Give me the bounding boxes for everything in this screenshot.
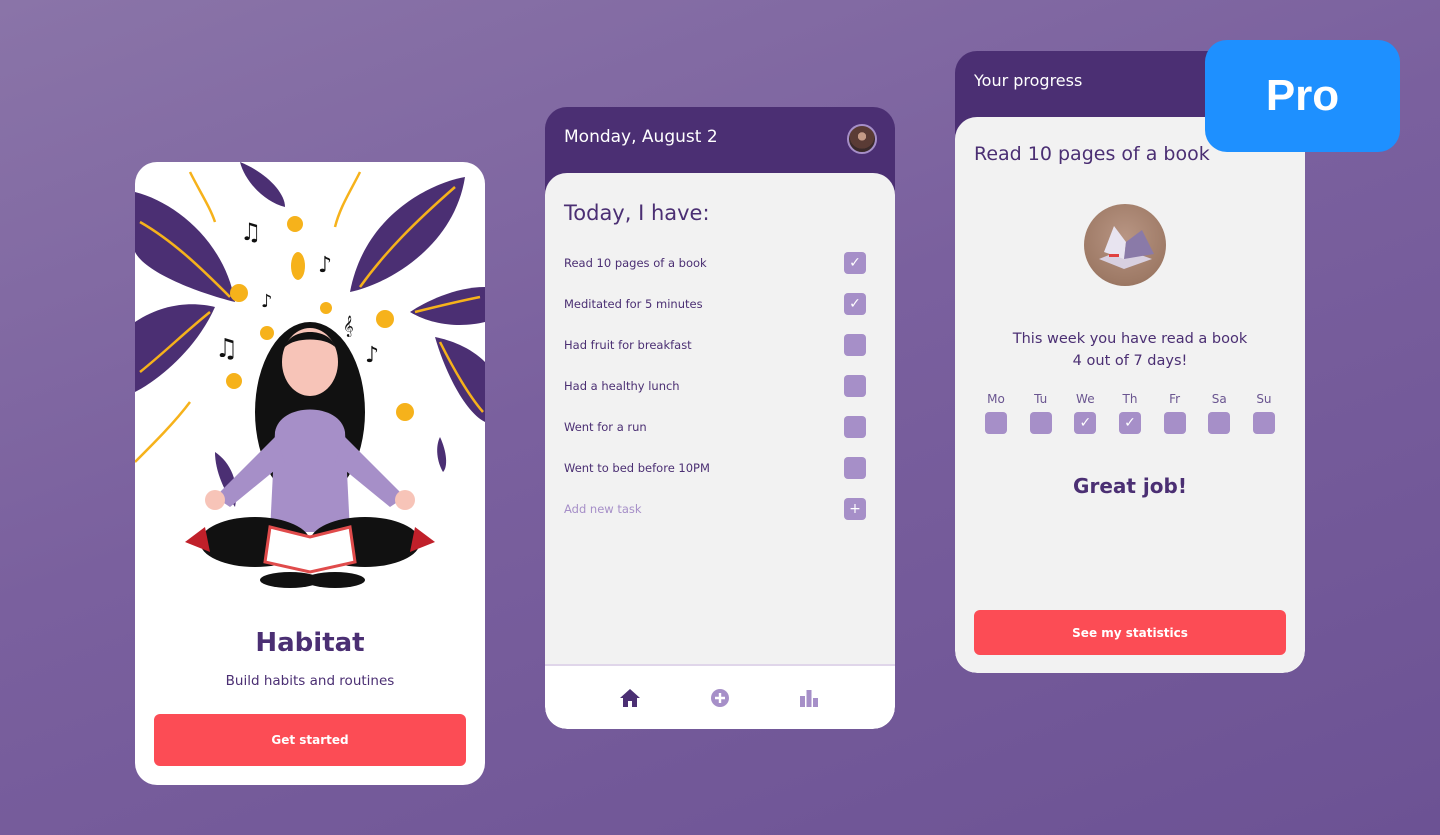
svg-text:𝄞: 𝄞 xyxy=(343,316,354,337)
day-we: We ✓ xyxy=(1073,392,1097,434)
task-row: Meditated for 5 minutes ✓ xyxy=(564,293,866,315)
meditating-woman-illustration: ♫ ♪ ♪ ♫ ♪ 𝄞 xyxy=(135,162,485,588)
nav-home[interactable] xyxy=(618,686,642,710)
progress-panel: Read 10 pages of a book This week you ha… xyxy=(955,117,1305,673)
checkmark-icon: ✓ xyxy=(849,296,861,312)
day-tu: Tu xyxy=(1029,392,1053,434)
task-label: Read 10 pages of a book xyxy=(564,256,707,270)
task-checkbox-checked[interactable]: ✓ xyxy=(844,252,866,274)
summary-line-2: 4 out of 7 days! xyxy=(1072,353,1188,369)
task-label: Meditated for 5 minutes xyxy=(564,297,703,311)
day-label: We xyxy=(1076,392,1095,406)
svg-text:♪: ♪ xyxy=(365,343,379,368)
app-subtitle: Build habits and routines xyxy=(225,673,395,689)
task-label: Had fruit for breakfast xyxy=(564,338,692,352)
today-screen: Monday, August 2 Today, I have: Read 10 … xyxy=(545,107,895,729)
day-fr: Fr xyxy=(1163,392,1187,434)
see-statistics-button[interactable]: See my statistics xyxy=(974,610,1286,655)
summary-line-1: This week you have read a book xyxy=(1012,331,1248,347)
task-row: Had a healthy lunch xyxy=(564,375,866,397)
add-task-input[interactable]: Add new task xyxy=(564,502,642,516)
progress-header: Your progress xyxy=(974,71,1083,90)
habit-title: Read 10 pages of a book xyxy=(974,143,1210,165)
day-mo: Mo xyxy=(984,392,1008,434)
day-label: Tu xyxy=(1034,392,1048,406)
checkmark-icon: ✓ xyxy=(1124,415,1136,431)
task-label: Had a healthy lunch xyxy=(564,379,680,393)
app-title: Habitat xyxy=(255,628,365,658)
day-checkbox[interactable] xyxy=(1208,412,1231,434)
task-row: Went for a run xyxy=(564,416,866,438)
task-list-panel: Today, I have: Read 10 pages of a book ✓… xyxy=(545,173,895,664)
day-checkbox[interactable] xyxy=(1029,412,1052,434)
day-checkbox[interactable] xyxy=(1163,412,1186,434)
bottom-nav xyxy=(545,664,895,729)
nav-add[interactable] xyxy=(708,686,732,710)
open-book-photo xyxy=(1084,204,1166,286)
day-checkbox[interactable] xyxy=(985,412,1007,434)
day-label: Th xyxy=(1122,392,1138,406)
add-task-button[interactable]: + xyxy=(844,498,866,520)
bar-chart-icon xyxy=(800,690,818,707)
task-row: Read 10 pages of a book ✓ xyxy=(564,252,866,274)
date-header: Monday, August 2 xyxy=(564,127,718,147)
pro-badge: Pro xyxy=(1205,40,1400,152)
checkmark-icon: ✓ xyxy=(1079,415,1092,431)
day-label: Mo xyxy=(987,392,1005,406)
task-checkbox[interactable] xyxy=(844,416,866,438)
task-row: Went to bed before 10PM xyxy=(564,457,866,479)
task-checkbox[interactable] xyxy=(844,375,866,397)
svg-text:♪: ♪ xyxy=(318,253,332,278)
day-checkbox-checked[interactable]: ✓ xyxy=(1118,412,1141,434)
day-checkbox-checked[interactable]: ✓ xyxy=(1074,412,1097,434)
svg-text:♫: ♫ xyxy=(215,334,238,364)
onboarding-screen: ♫ ♪ ♪ ♫ ♪ 𝄞 Habitat Build habits and rou… xyxy=(135,162,485,785)
week-tracker: Mo Tu We ✓ Th ✓ Fr Sa Su xyxy=(984,392,1276,434)
day-label: Fr xyxy=(1169,392,1181,406)
task-label: Went for a run xyxy=(564,420,647,434)
task-checkbox[interactable] xyxy=(844,334,866,356)
checkmark-icon: ✓ xyxy=(849,255,861,271)
add-task-row[interactable]: Add new task + xyxy=(564,498,866,520)
day-sa: Sa xyxy=(1207,392,1231,434)
praise-text: Great job! xyxy=(1073,474,1187,498)
weekly-summary: This week you have read a book 4 out of … xyxy=(955,328,1305,372)
day-checkbox[interactable] xyxy=(1252,412,1275,434)
add-circle-icon xyxy=(711,689,729,707)
day-su: Su xyxy=(1252,392,1276,434)
nav-stats[interactable] xyxy=(797,686,821,710)
get-started-button[interactable]: Get started xyxy=(154,714,466,766)
user-avatar[interactable] xyxy=(847,124,877,154)
day-label: Sa xyxy=(1211,392,1227,406)
day-label: Su xyxy=(1256,392,1272,406)
task-list-heading: Today, I have: xyxy=(564,201,710,225)
task-checkbox[interactable] xyxy=(844,457,866,479)
task-label: Went to bed before 10PM xyxy=(564,461,710,475)
svg-text:♪: ♪ xyxy=(261,291,273,312)
task-checkbox-checked[interactable]: ✓ xyxy=(844,293,866,315)
home-icon xyxy=(620,689,640,707)
plus-icon: + xyxy=(849,501,861,517)
svg-text:♫: ♫ xyxy=(240,218,262,246)
day-th: Th ✓ xyxy=(1118,392,1142,434)
task-row: Had fruit for breakfast xyxy=(564,334,866,356)
